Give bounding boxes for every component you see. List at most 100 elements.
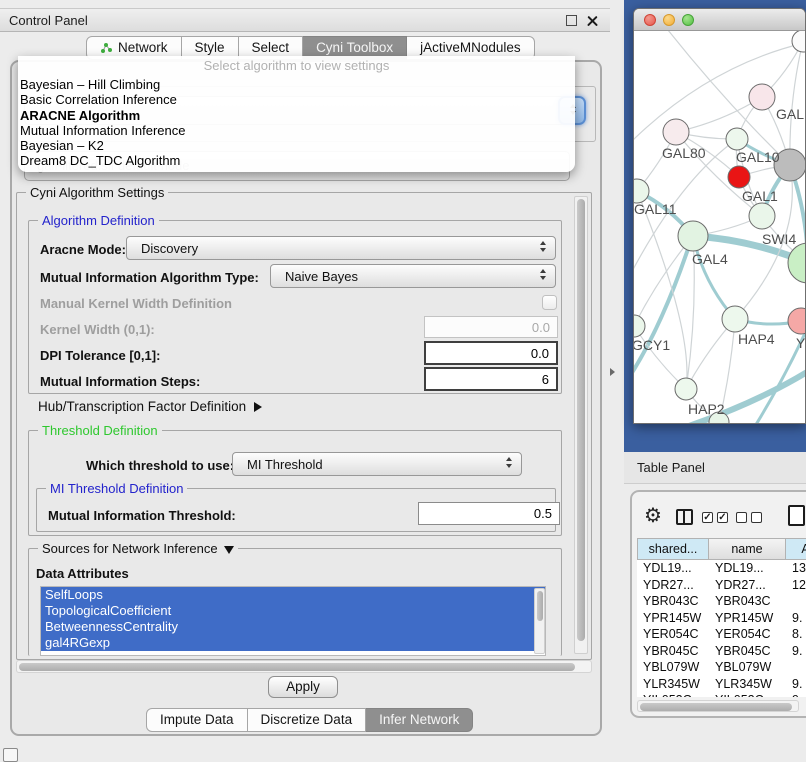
settings-vertical-scrollbar-thumb[interactable]: [577, 199, 585, 641]
network-node-y[interactable]: [788, 308, 805, 334]
network-node-gcy1[interactable]: [634, 315, 645, 337]
table-row[interactable]: YBL079WYBL079W: [637, 659, 806, 676]
table-cell: 9.: [786, 643, 806, 660]
checked-box-icon: ✓: [702, 512, 713, 523]
table-cell: 13: [786, 560, 806, 577]
table-cell: YIL052C: [709, 692, 786, 697]
algorithm-list: Bayesian – Hill ClimbingBasic Correlatio…: [18, 77, 575, 169]
select-all-columns-icon[interactable]: ✓ ✓: [702, 512, 728, 523]
apply-button[interactable]: Apply: [268, 676, 338, 698]
zoom-window-icon[interactable]: [682, 14, 694, 26]
algorithm-option[interactable]: Mutual Information Inference: [18, 123, 575, 138]
spinner-arrows-icon: [506, 457, 512, 468]
algorithm-option[interactable]: ARACNE Algorithm: [18, 108, 575, 123]
tab-label: jActiveMNodules: [420, 40, 521, 55]
network-node-gal10[interactable]: [726, 128, 748, 150]
table-row[interactable]: YIL052CYIL052C9.: [637, 692, 806, 697]
export-table-icon[interactable]: [788, 505, 805, 526]
deselect-all-columns-icon[interactable]: [736, 512, 762, 523]
table-cell: 8.: [786, 626, 806, 643]
hub-definition-section[interactable]: Hub/Transcription Factor Definition: [38, 399, 262, 414]
network-edge[interactable]: [634, 43, 804, 149]
table-horizontal-scrollbar[interactable]: [637, 700, 799, 712]
mi-type-value: Naive Bayes: [285, 269, 358, 284]
network-node[interactable]: [749, 203, 775, 229]
spinner-arrows-icon: [540, 269, 546, 280]
sources-title-label: Sources for Network Inference: [42, 541, 218, 556]
columns-icon[interactable]: [676, 509, 693, 525]
which-threshold-combobox[interactable]: MI Threshold: [232, 452, 522, 476]
table-row[interactable]: YBR045CYBR045C9.: [637, 643, 806, 660]
attribute-item[interactable]: SelfLoops: [41, 587, 545, 603]
algorithm-option[interactable]: Dream8 DC_TDC Algorithm: [18, 153, 575, 168]
kernel-width-input[interactable]: 0.0: [424, 316, 558, 338]
checked-box-icon: ✓: [717, 512, 728, 523]
tab-label: Discretize Data: [261, 712, 353, 727]
network-node-gal[interactable]: [749, 84, 775, 110]
column-header-a[interactable]: A: [786, 538, 806, 560]
table-row[interactable]: YLR345WYLR345W9.: [637, 676, 806, 693]
table-cell: YDR27...: [637, 577, 709, 594]
node-label: HAP4: [738, 331, 775, 347]
table-row[interactable]: YDR27...YDR27...12: [637, 577, 806, 594]
attribute-item[interactable]: TopologicalCoefficient: [41, 603, 545, 619]
network-window-titlebar[interactable]: [634, 9, 805, 31]
tab-impute-data[interactable]: Impute Data: [146, 708, 248, 732]
mi-threshold-group-title: MI Threshold Definition: [46, 481, 187, 496]
network-node-hap4[interactable]: [722, 306, 748, 332]
tab-infer-network[interactable]: Infer Network: [366, 708, 473, 732]
collapsed-panel-icon[interactable]: [3, 748, 18, 762]
minimize-window-icon[interactable]: [663, 14, 675, 26]
data-attributes-list[interactable]: SelfLoopsTopologicalCoefficientBetweenne…: [40, 586, 546, 656]
settings-horizontal-scrollbar[interactable]: [16, 660, 592, 673]
manual-kernel-checkbox[interactable]: [542, 295, 557, 310]
table-cell: YLR345W: [709, 676, 786, 693]
network-node[interactable]: [792, 31, 805, 52]
expanded-arrow-icon[interactable]: [224, 546, 234, 554]
network-node-hap2[interactable]: [675, 378, 697, 400]
float-panel-icon[interactable]: [566, 15, 577, 26]
settings-horizontal-scrollbar-thumb[interactable]: [19, 663, 575, 671]
network-node-gal4[interactable]: [678, 221, 708, 251]
dpi-tolerance-input[interactable]: 0.0: [424, 341, 558, 365]
attribute-item[interactable]: BetweennessCentrality: [41, 619, 545, 635]
column-header-shared[interactable]: shared...: [637, 538, 709, 560]
sources-title[interactable]: Sources for Network Inference: [38, 541, 238, 556]
table-panel-title: Table Panel: [637, 460, 705, 475]
gear-icon[interactable]: ⚙: [644, 505, 662, 527]
network-node-gal11[interactable]: [634, 179, 649, 203]
tab-label: Cyni Toolbox: [316, 40, 393, 55]
node-label: HAP2: [688, 401, 725, 417]
column-header-name[interactable]: name: [709, 538, 786, 560]
table-row[interactable]: YDL19...YDL19...13: [637, 560, 806, 577]
collapsed-arrow-icon[interactable]: [254, 402, 262, 412]
table-row[interactable]: YBR043CYBR043C: [637, 593, 806, 610]
network-node-gal80[interactable]: [663, 119, 689, 145]
table-cell: YPR145W: [637, 610, 709, 627]
mi-steps-input[interactable]: 6: [424, 367, 558, 391]
attributes-scrollbar-thumb[interactable]: [537, 591, 543, 621]
aracne-mode-value: Discovery: [141, 241, 198, 256]
attribute-item[interactable]: gal4RGexp: [41, 635, 545, 651]
network-canvas[interactable]: GALGAL80GAL10GAL1GAL11GAL4SWI4HAP4GCY1YH…: [634, 31, 805, 424]
panel-divider-arrow-icon[interactable]: [610, 368, 615, 376]
close-panel-icon[interactable]: [587, 15, 598, 26]
table-row[interactable]: YER054CYER054C8.: [637, 626, 806, 643]
algorithm-option[interactable]: Bayesian – Hill Climbing: [18, 77, 575, 92]
table-cell: [786, 659, 806, 676]
settings-vertical-scrollbar[interactable]: [574, 196, 588, 654]
mi-threshold-input[interactable]: 0.5: [418, 502, 560, 525]
network-node-gal1[interactable]: [728, 166, 750, 188]
aracne-mode-combobox[interactable]: Discovery: [126, 236, 556, 260]
unchecked-box-icon: [736, 512, 747, 523]
close-window-icon[interactable]: [644, 14, 656, 26]
attributes-scrollbar[interactable]: [534, 588, 545, 654]
table-horizontal-scrollbar-thumb[interactable]: [640, 703, 792, 711]
table-row[interactable]: YPR145WYPR145W9.: [637, 610, 806, 627]
algorithm-option[interactable]: Bayesian – K2: [18, 138, 575, 153]
algorithm-option[interactable]: Basic Correlation Inference: [18, 92, 575, 107]
tab-discretize-data[interactable]: Discretize Data: [248, 708, 367, 732]
algorithm-dropdown-popup: Select algorithm to view settings Bayesi…: [18, 56, 575, 172]
aracne-mode-label: Aracne Mode:: [40, 242, 126, 257]
mi-type-combobox[interactable]: Naive Bayes: [270, 264, 556, 288]
